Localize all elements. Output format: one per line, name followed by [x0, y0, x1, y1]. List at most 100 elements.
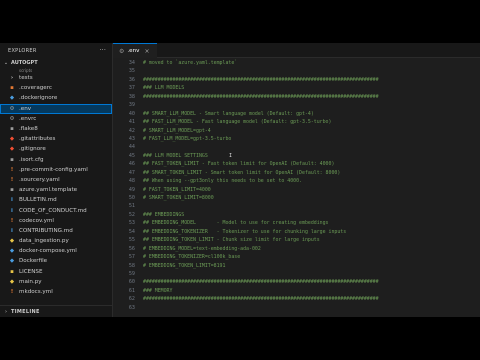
line-number: 58 [128, 262, 135, 269]
file-name: .pre-commit-config.yaml [19, 166, 88, 173]
env-icon: ⚙ [9, 105, 15, 112]
close-icon[interactable]: × [144, 48, 149, 55]
file-item[interactable]: ◆ main.py [0, 277, 112, 287]
line-number: 57 [128, 254, 135, 261]
explorer-title: EXPLORER [8, 47, 37, 54]
line-number: 62 [128, 296, 135, 303]
file-item[interactable]: ◆ .gitignore [0, 144, 112, 154]
python-icon: ◆ [9, 278, 15, 285]
code-line: ## EMBEDDING_TOKENIZER - Tokenizer to us… [143, 228, 347, 235]
file-item[interactable]: ◆ .dockerignore [0, 93, 112, 103]
file-item[interactable]: ▪ LICENSE [0, 267, 112, 277]
file-name: scripts [19, 67, 33, 73]
file-item[interactable]: i BULLETIN.md [0, 195, 112, 205]
line-number: 60 [128, 279, 135, 286]
line-number: 52 [128, 211, 135, 218]
code-editor[interactable]: 34 35 36 37 38 39 40 41 42 43 44 45 46 47 48 49 50 51 52 53… [113, 59, 480, 317]
git-icon: ◆ [9, 136, 15, 143]
markdown-icon: i [11, 207, 13, 214]
code-line: ### LLM MODELS [143, 85, 185, 92]
explorer-sidebar: EXPLORER ··· ⌄ AUTOGPT scripts › tests ▪ .co… [0, 43, 113, 317]
file-name: CODE_OF_CONDUCT.md [19, 207, 87, 214]
file-name: tests [19, 75, 33, 82]
tab-env[interactable]: ⚙ .env × [113, 43, 157, 58]
file-tree: scripts › tests ▪ .coveragerc ◆ .dockerignore ⚙… [0, 67, 112, 304]
tab-label: .env [127, 48, 140, 54]
line-number: 46 [128, 161, 135, 168]
envrc-icon: ⚙ [9, 115, 15, 122]
line-number: 38 [128, 93, 135, 100]
docker-icon: ◆ [9, 95, 15, 102]
file-name: .sourcery.yaml [19, 176, 60, 183]
file-name: .env [19, 105, 32, 112]
chevron-right-icon: › [10, 75, 14, 82]
line-number: 44 [128, 144, 135, 151]
code-line: # FAST_LLM_MODEL=gpt-3.5-turbo [143, 135, 232, 142]
code-line: ########################################… [143, 93, 379, 100]
file-name: Dockerfile [19, 258, 48, 265]
code-line: ## EMBEDDING_MODEL - Model to use for cr… [143, 220, 329, 227]
code-line: # EMBEDDING_TOKENIZER=cl100k_base [143, 254, 241, 261]
template-icon: ▪ [10, 187, 14, 194]
file-item[interactable]: ⚙ .envrc [0, 114, 112, 124]
code-line: # SMART_LLM_MODEL=gpt-4 [143, 127, 211, 134]
code-line: # FAST_TOKEN_LIMIT=4000 [143, 186, 211, 193]
license-icon: ▪ [10, 268, 14, 275]
file-name: data_ingestion.py [19, 238, 69, 245]
file-name: CONTRIBUTING.md [19, 227, 73, 234]
yaml-icon: ! [10, 166, 14, 173]
code-line: ### LLM MODEL SETTINGS I [143, 152, 233, 159]
ellipsis-icon[interactable]: ··· [99, 47, 106, 54]
text-cursor-icon: I [229, 152, 233, 159]
tab-bar: ⚙ .env × [113, 43, 480, 58]
file-item[interactable]: ▪ .isort.cfg [0, 155, 112, 165]
markdown-icon: i [11, 197, 13, 204]
file-item[interactable]: ▪ .coveragerc [0, 83, 112, 93]
git-icon: ◆ [9, 146, 15, 153]
file-item[interactable]: › tests [0, 73, 112, 83]
code-line: ### MEMORY [143, 287, 173, 294]
line-number: 41 [128, 119, 135, 126]
file-item[interactable]: ! mkdocs.yml [0, 287, 112, 297]
code-area[interactable]: # moved to `azure.yaml.template` ########… [143, 59, 478, 312]
line-number: 61 [128, 287, 135, 294]
file-item[interactable]: ▪ .flake8 [0, 124, 112, 134]
file-item[interactable]: ! .pre-commit-config.yaml [0, 165, 112, 175]
project-folder[interactable]: ⌄ AUTOGPT [0, 58, 112, 67]
file-name: azure.yaml.template [19, 187, 78, 194]
line-number: 48 [128, 178, 135, 185]
file-item[interactable]: ◆ docker-compose.yml [0, 246, 112, 256]
file-name: .gitattributes [19, 136, 56, 143]
line-number: 55 [128, 237, 135, 244]
line-number: 42 [128, 127, 135, 134]
gear-icon: ⚙ [119, 47, 125, 55]
code-line: # SMART_TOKEN_LIMIT=8000 [143, 195, 214, 201]
file-name: LICENSE [19, 268, 43, 275]
line-number: 49 [128, 186, 135, 193]
line-number-gutter: 34 35 36 37 38 39 40 41 42 43 44 45 46 47 48 49 50 51 52 53… [113, 59, 135, 312]
chevron-right-icon: › [5, 308, 7, 315]
file-name: docker-compose.yml [19, 248, 77, 255]
file-item[interactable]: i CONTRIBUTING.md [0, 226, 112, 236]
file-item[interactable]: i CODE_OF_CONDUCT.md [0, 205, 112, 215]
timeline-section[interactable]: › TIMELINE [0, 305, 112, 317]
file-item[interactable]: ◆ .gitattributes [0, 134, 112, 144]
file-item[interactable]: ! codecov.yml [0, 216, 112, 226]
file-name: .gitignore [19, 146, 46, 153]
line-number: 34 [128, 60, 135, 66]
markdown-icon: i [11, 227, 13, 234]
file-name: .coveragerc [19, 85, 52, 92]
file-item[interactable]: ⚙ .env [0, 103, 112, 114]
file-item[interactable]: ◆ data_ingestion.py [0, 236, 112, 246]
file-item[interactable]: ◆ Dockerfile [0, 256, 112, 266]
code-line: ### EMBEDDINGS [143, 211, 185, 218]
vscode-window: EXPLORER ··· ⌄ AUTOGPT scripts › tests ▪ .co… [0, 43, 480, 317]
chevron-down-icon: ⌄ [3, 59, 9, 66]
code-line: ## FAST_TOKEN_LIMIT - Fast token limit f… [143, 161, 335, 168]
file-item[interactable]: ▪ azure.yaml.template [0, 185, 112, 195]
file-item[interactable]: ! .sourcery.yaml [0, 175, 112, 185]
